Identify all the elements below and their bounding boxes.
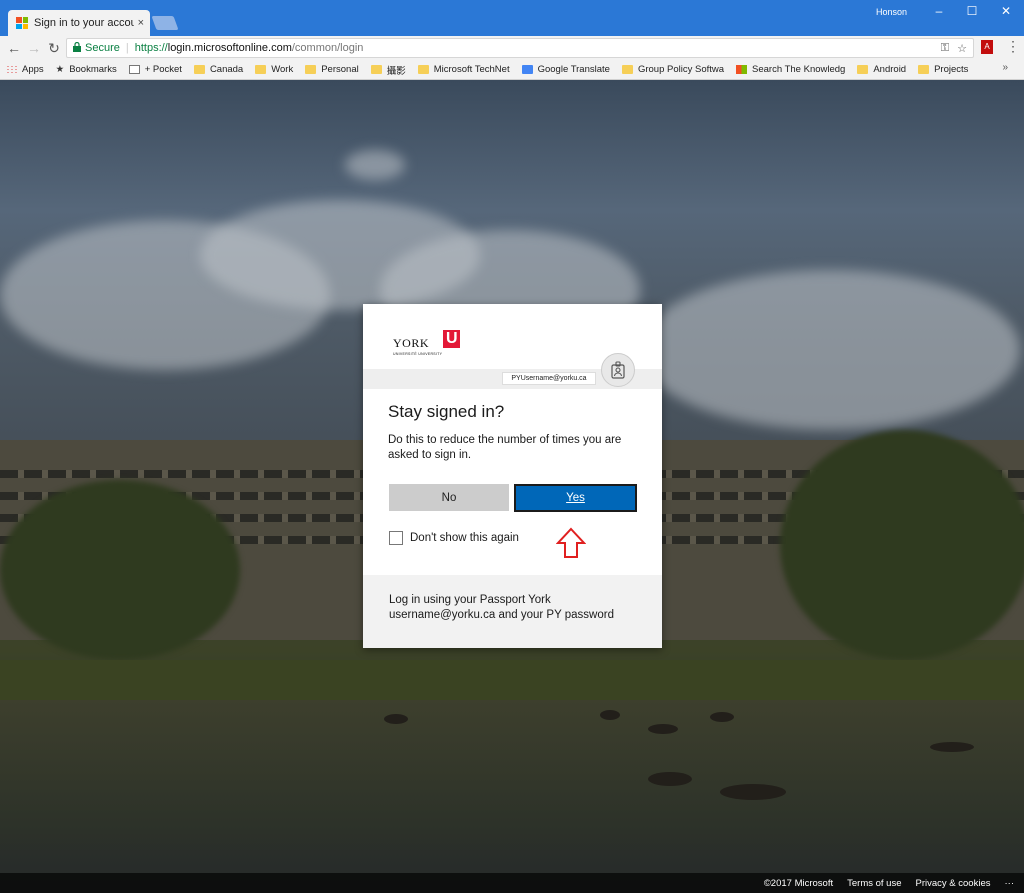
- star-icon: ★: [55, 64, 65, 75]
- close-tab-icon[interactable]: ×: [138, 17, 144, 29]
- logo-text: YORK: [393, 336, 430, 350]
- tree-shape: [0, 480, 240, 660]
- logo-mark: U: [443, 330, 461, 348]
- bookmark-label: Canada: [209, 64, 244, 75]
- terms-link[interactable]: Terms of use: [847, 878, 901, 889]
- copyright: ©2017 Microsoft: [763, 877, 834, 889]
- url-scheme: https://: [134, 42, 168, 54]
- page-icon: [128, 65, 140, 74]
- close-window-button[interactable]: ✕: [991, 4, 1021, 18]
- up-arrow-annotation-icon: [555, 527, 587, 564]
- more-options-icon[interactable]: ···: [1005, 878, 1015, 889]
- folder-icon: [621, 65, 633, 74]
- grass-shape: [0, 660, 1024, 700]
- bookmark-label: Projects: [934, 64, 969, 75]
- bookmark-label: + Pocket: [144, 64, 182, 75]
- bookmark-label: Microsoft TechNet: [433, 64, 510, 75]
- url-host: login.microsoftonline.com: [167, 42, 292, 54]
- tree-shape: [780, 430, 1024, 660]
- new-tab-button[interactable]: [151, 16, 179, 30]
- account-email: PYUsername@yorku.ca: [502, 372, 596, 385]
- bookmark-android[interactable]: Android: [857, 64, 906, 75]
- bookmark-label: 攝影: [386, 65, 406, 77]
- page-footer: ©2017 Microsoft Terms of use Privacy & c…: [0, 873, 1024, 893]
- logo-subtext: UNIVERSITÉ UNIVERSITY: [393, 352, 443, 356]
- york-university-logo: YORK UNIVERSITÉ UNIVERSITY U: [393, 330, 461, 356]
- bookmark-label: Personal: [321, 64, 359, 75]
- stay-signed-in-dialog: YORK UNIVERSITÉ UNIVERSITY U PYUsername@…: [363, 304, 662, 648]
- bookmark-personal[interactable]: Personal: [305, 64, 359, 75]
- address-bar[interactable]: Secure | https://login.microsoftonline.c…: [66, 38, 974, 58]
- profile-name[interactable]: Honson: [876, 7, 907, 17]
- dialog-description: Do this to reduce the number of times yo…: [388, 434, 622, 461]
- badge-id-icon: [601, 353, 635, 387]
- bookmark-knowledge-base[interactable]: Search The Knowledg: [736, 64, 845, 75]
- pdf-icon[interactable]: A: [981, 40, 993, 54]
- bookmark-label: Work: [271, 64, 294, 75]
- maximize-button[interactable]: ☐: [957, 4, 987, 18]
- star-icon[interactable]: ☆: [957, 42, 967, 55]
- bookmark-label: Android: [873, 64, 907, 75]
- bookmarks-bar: Apps ★ Bookmarks + Pocket Canada Work Pe…: [0, 60, 1024, 80]
- browser-toolbar: ← → ↻ Secure | https://login.microsofton…: [0, 36, 1024, 60]
- bookmark-label: Google Translate: [537, 64, 610, 75]
- dont-show-again-row[interactable]: Don't show this again: [389, 531, 519, 545]
- dialog-footer: Log in using your Passport York username…: [363, 575, 662, 648]
- pond-shape: [0, 700, 1024, 893]
- browser-titlebar: Sign in to your account × Honson – ☐ ✕: [0, 0, 1024, 36]
- bookmark-label: Apps: [22, 64, 44, 75]
- folder-icon: [193, 65, 205, 74]
- translate-icon: [521, 65, 533, 74]
- microsoft-logo-icon: [16, 17, 28, 29]
- url-path: /common/login: [291, 42, 364, 54]
- apps-grid-icon: [6, 65, 17, 74]
- security-label: Secure: [85, 42, 120, 54]
- dialog-title: Stay signed in?: [388, 402, 505, 421]
- omnibox-separator: |: [125, 42, 129, 54]
- key-icon[interactable]: ⚿: [941, 42, 949, 55]
- forward-button[interactable]: →: [26, 38, 42, 58]
- dont-show-again-checkbox[interactable]: [389, 531, 403, 545]
- checkbox-label: Don't show this again: [410, 532, 519, 544]
- bookmark-projects[interactable]: Projects: [918, 64, 968, 75]
- cloud-shape: [640, 270, 1020, 430]
- bookmark-work[interactable]: Work: [255, 64, 293, 75]
- footer-instructions: Log in using your Passport York username…: [389, 594, 614, 621]
- tab-sign-in[interactable]: Sign in to your account ×: [8, 10, 150, 36]
- no-button[interactable]: No: [389, 484, 509, 511]
- back-button[interactable]: ←: [6, 38, 22, 58]
- cloud-shape: [345, 150, 405, 180]
- lock-icon: [73, 41, 81, 55]
- bookmark-group-policy[interactable]: Group Policy Softwa: [621, 64, 725, 75]
- minimize-button[interactable]: –: [924, 4, 954, 18]
- folder-icon: [857, 65, 869, 74]
- folder-icon: [918, 65, 930, 74]
- omnibox-actions: ⚿ ☆: [941, 42, 973, 55]
- bookmark-pocket[interactable]: + Pocket: [128, 64, 182, 75]
- bookmark-label: Search The Knowledg: [752, 64, 846, 75]
- folder-icon: [255, 65, 267, 74]
- privacy-link[interactable]: Privacy & cookies: [916, 878, 991, 889]
- bookmark-label: Bookmarks: [69, 64, 117, 75]
- bookmark-google-translate[interactable]: Google Translate: [521, 64, 610, 75]
- bookmark-label: Group Policy Softwa: [637, 64, 725, 75]
- tab-title: Sign in to your account: [34, 17, 134, 29]
- bookmark-bookmarks[interactable]: ★ Bookmarks: [56, 64, 117, 75]
- bookmark-technet[interactable]: Microsoft TechNet: [417, 64, 510, 75]
- folder-icon: [417, 65, 429, 74]
- folder-icon: [370, 65, 382, 74]
- menu-icon[interactable]: ⋮: [1006, 38, 1020, 55]
- bookmark-photography[interactable]: 攝影: [370, 63, 406, 77]
- yes-button[interactable]: Yes: [514, 484, 637, 512]
- bookmarks-overflow-icon[interactable]: »: [1002, 62, 1008, 73]
- microsoft-icon: [736, 65, 748, 74]
- bookmark-canada[interactable]: Canada: [193, 64, 244, 75]
- reload-button[interactable]: ↻: [46, 38, 62, 58]
- bookmark-apps[interactable]: Apps: [6, 64, 44, 75]
- folder-icon: [305, 65, 317, 74]
